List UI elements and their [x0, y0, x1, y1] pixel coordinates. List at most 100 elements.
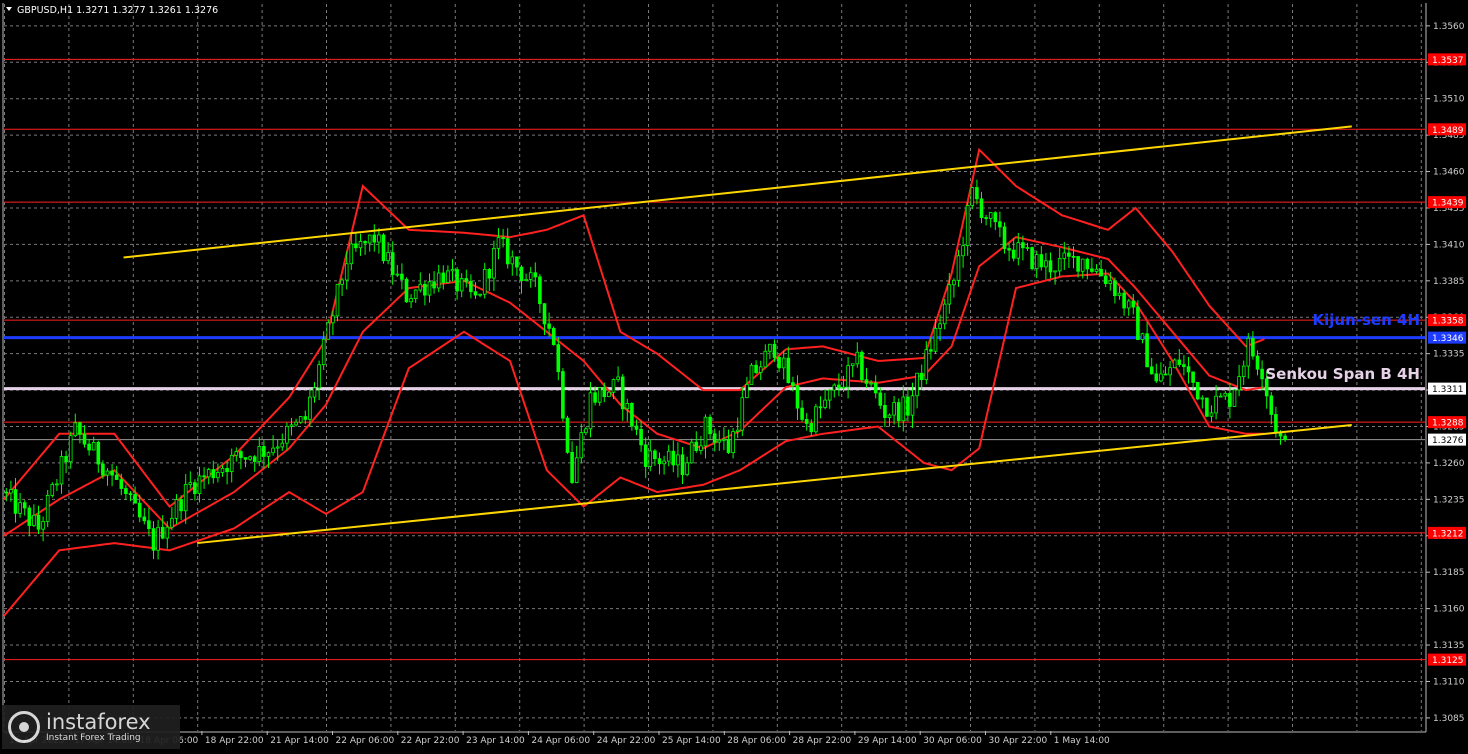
candle-body — [869, 382, 873, 385]
candle-body — [229, 454, 234, 473]
candle-body — [745, 384, 749, 399]
candle-body — [216, 472, 220, 479]
candle-body — [206, 469, 211, 478]
price-tick-label: 1.3085 — [1433, 714, 1465, 724]
price-box-text: 1.3125 — [1432, 656, 1464, 666]
candle-body — [262, 445, 266, 457]
candle-body — [818, 406, 823, 409]
candle-body — [593, 392, 597, 403]
chart-area[interactable]: Kijun-sen 4H Senkou Span B 4H 1.3560 1.353… — [0, 0, 1468, 750]
candle-body — [823, 399, 827, 408]
candle-body — [377, 234, 381, 243]
candle-body — [1122, 292, 1126, 309]
candle-body — [528, 272, 533, 280]
candle-body — [947, 284, 952, 305]
candle-body — [220, 467, 225, 473]
candle-body — [1177, 359, 1182, 365]
candle-body — [257, 445, 262, 462]
candle-body — [349, 243, 354, 265]
candle-body — [988, 212, 993, 219]
candle-body — [694, 441, 699, 451]
candle-body — [768, 343, 772, 352]
candle-body — [542, 303, 547, 325]
candle — [607, 391, 611, 398]
candle-body — [846, 365, 850, 388]
candle-body — [998, 221, 1002, 228]
candle — [749, 363, 754, 385]
candle-body — [358, 241, 363, 249]
time-tick-label: 24 Apr 06:00 — [531, 736, 590, 746]
candle-body — [602, 387, 607, 398]
candle-body — [464, 278, 469, 282]
price-tick-label: 1.3260 — [1433, 459, 1465, 469]
candle-body — [1209, 412, 1214, 417]
candle-body — [170, 517, 174, 528]
candle-body — [1053, 270, 1057, 273]
candle-body — [193, 482, 197, 494]
candle-body — [1241, 365, 1246, 377]
candle-body — [827, 389, 832, 401]
candle-body — [492, 247, 496, 279]
candle — [1232, 388, 1237, 407]
price-box-1.3439: 1.3439 — [1428, 196, 1466, 209]
candle-body — [68, 435, 73, 463]
candle-body — [91, 441, 96, 451]
candle-body — [708, 416, 712, 435]
candle-body — [607, 391, 611, 398]
time-tick-label: 22 Apr 06:00 — [336, 736, 395, 746]
price-box-text: 1.3489 — [1432, 126, 1464, 136]
candle-body — [795, 385, 800, 409]
candle-body — [910, 395, 915, 416]
time-tick-label: 25 Apr 14:00 — [662, 736, 721, 746]
candle-body — [676, 454, 680, 466]
candle-body — [588, 392, 593, 430]
candle-body — [151, 528, 156, 551]
candle-body — [919, 372, 924, 381]
candle-body — [1030, 247, 1034, 270]
candle-body — [423, 283, 427, 296]
candle-body — [9, 489, 13, 494]
price-tick-label: 1.3160 — [1433, 605, 1465, 615]
candle-body — [961, 245, 965, 257]
price-box-1.3212: 1.3212 — [1428, 526, 1466, 539]
candle-body — [381, 234, 386, 262]
time-tick-label: 22 Apr 22:00 — [401, 736, 460, 746]
candle-body — [1048, 260, 1053, 273]
candle-body — [73, 422, 78, 437]
candle-body — [1034, 254, 1039, 270]
candle-body — [671, 450, 676, 466]
candle-body — [344, 263, 349, 281]
candle-body — [455, 269, 459, 292]
candle-body — [855, 351, 860, 365]
candle-body — [883, 404, 887, 418]
candle-body — [924, 349, 929, 381]
candle-body — [165, 526, 170, 539]
candle — [1030, 246, 1034, 271]
logo-tagline-text: Instant Forex Trading — [46, 733, 141, 743]
candle-body — [781, 357, 786, 369]
candle-body — [1099, 268, 1103, 277]
candle-body — [1237, 376, 1241, 391]
candle-body — [197, 475, 202, 494]
candle-body — [446, 270, 450, 283]
candle-body — [82, 433, 87, 445]
price-box-text: 1.3288 — [1432, 419, 1464, 429]
candle-body — [630, 402, 634, 427]
candle-body — [763, 350, 768, 368]
candle — [1172, 358, 1177, 369]
price-box-1.3358: 1.3358 — [1428, 314, 1466, 327]
candle-body — [1140, 333, 1145, 340]
candle-body — [1149, 366, 1154, 375]
candle — [1195, 381, 1200, 401]
candle-body — [1080, 258, 1085, 272]
candle-body — [993, 212, 998, 223]
candle-body — [1085, 258, 1090, 270]
candle-body — [1145, 333, 1149, 368]
instaforex-logo-icon — [8, 711, 40, 743]
candle-body — [252, 456, 257, 462]
candle-body — [551, 327, 556, 346]
candle-body — [556, 344, 561, 372]
price-chart[interactable]: Kijun-sen 4H Senkou Span B 4H 1.3560 1.353… — [0, 0, 1468, 750]
candle-body — [501, 237, 505, 240]
candle-body — [27, 507, 32, 526]
